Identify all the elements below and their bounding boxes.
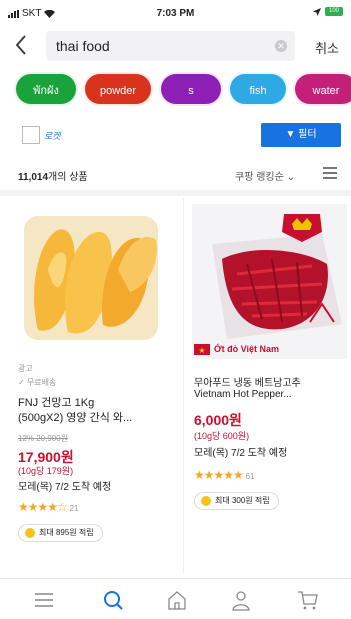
- filter-row: 로켓 ▼ 필터: [0, 120, 351, 150]
- cart-icon[interactable]: [296, 589, 320, 611]
- image-caption: Ớt đỏ Việt Nam: [214, 344, 280, 354]
- status-bar: SKT 7:03 PM 100: [0, 0, 351, 26]
- rating-row: ★★★★☆ 21: [18, 500, 78, 514]
- filter-funnel-icon: ▼: [285, 129, 299, 140]
- search-icon[interactable]: [101, 589, 125, 611]
- product-name-line2[interactable]: Vietnam Hot Pepper...: [194, 389, 346, 400]
- star-rating-icon: ★★★★☆: [18, 500, 68, 514]
- user-icon[interactable]: [229, 589, 253, 611]
- chip-5[interactable]: water: [293, 72, 351, 106]
- status-time: 7:03 PM: [156, 8, 195, 19]
- product-card[interactable]: ★ Ớt đỏ Việt Nam 무아푸드 냉동 베트남고추 Vietnam H…: [184, 198, 351, 573]
- delivery-estimate: 모레(목) 7/2 도착 예정: [194, 448, 288, 459]
- filter-button[interactable]: ▼ 필터: [261, 123, 341, 147]
- sort-dropdown[interactable]: 쿠팡 랭킹순 ⌄: [235, 168, 295, 183]
- keyword-chips: พักผัง powder s fish water: [0, 72, 351, 108]
- cancel-button[interactable]: 취소: [315, 38, 339, 57]
- product-image[interactable]: ★ Ớt đỏ Việt Nam: [192, 204, 347, 359]
- review-count: 21: [69, 504, 79, 513]
- rating-row: ★★★★★ 61: [194, 468, 254, 482]
- svg-text:★: ★: [198, 346, 205, 355]
- chip-1[interactable]: พักผัง: [14, 72, 78, 106]
- filter-label: 필터: [298, 129, 317, 140]
- reward-badge: 최대 300원 적립: [194, 492, 279, 510]
- product-price: 6,000원: [194, 412, 242, 428]
- unit-price: (10g당 179원): [18, 466, 74, 476]
- result-summary: 11,014개의 상품 쿠팡 랭킹순 ⌄: [0, 162, 351, 186]
- coin-icon: [201, 496, 211, 506]
- reward-label: 최대 300원 적립: [215, 496, 270, 505]
- result-count-suffix: 개의 상품: [48, 172, 88, 183]
- bottom-tab-bar: [0, 578, 351, 619]
- chip-2[interactable]: powder: [83, 72, 153, 106]
- section-divider: [0, 190, 351, 196]
- product-image[interactable]: [18, 210, 164, 346]
- ad-label: 광고: [18, 364, 33, 373]
- location-icon: [313, 7, 321, 16]
- product-name-line1[interactable]: 무아푸드 냉동 베트남고추: [194, 374, 346, 389]
- result-count: 11,014: [18, 172, 49, 183]
- sort-label: 쿠팡 랭킹순: [235, 172, 284, 183]
- coin-icon: [25, 528, 35, 538]
- product-card[interactable]: 광고 ✓ 무료배송 FNJ 건망고 1Kg (500gX2) 영양 간식 와..…: [0, 198, 183, 573]
- original-price: 12% 20,900원: [18, 434, 69, 443]
- home-icon[interactable]: [165, 589, 189, 611]
- dried-mango-image: [18, 210, 164, 346]
- review-count: 61: [245, 472, 255, 481]
- list-view-icon[interactable]: [323, 167, 337, 179]
- reward-badge: 최대 895원 적립: [18, 524, 103, 542]
- clear-icon[interactable]: ✕: [275, 40, 287, 52]
- battery-icon: 100: [325, 7, 343, 16]
- star-rating-icon: ★★★★★: [194, 468, 244, 482]
- chip-4[interactable]: fish: [228, 72, 288, 106]
- rocket-checkbox[interactable]: [22, 126, 40, 144]
- product-name-line2[interactable]: (500gX2) 영양 간식 와...: [18, 409, 176, 425]
- back-chevron-icon[interactable]: [14, 34, 28, 56]
- reward-label: 최대 895원 적립: [39, 528, 94, 537]
- menu-icon[interactable]: [32, 589, 56, 611]
- search-input[interactable]: [46, 31, 256, 61]
- chili-pepper-image: ★: [192, 204, 347, 359]
- delivery-estimate: 모레(목) 7/2 도착 예정: [18, 482, 112, 493]
- product-name-line1[interactable]: FNJ 건망고 1Kg: [18, 394, 176, 410]
- search-header: ✕ 취소: [0, 28, 351, 64]
- chevron-down-icon: ⌄: [286, 172, 295, 183]
- check-icon: ✓: [18, 378, 27, 387]
- rocket-delivery-label[interactable]: 로켓: [44, 129, 61, 142]
- free-shipping-label: 무료배송: [26, 378, 57, 387]
- chip-3[interactable]: s: [159, 72, 223, 106]
- search-box[interactable]: ✕: [46, 31, 295, 61]
- unit-price: (10g당 600원): [194, 431, 250, 441]
